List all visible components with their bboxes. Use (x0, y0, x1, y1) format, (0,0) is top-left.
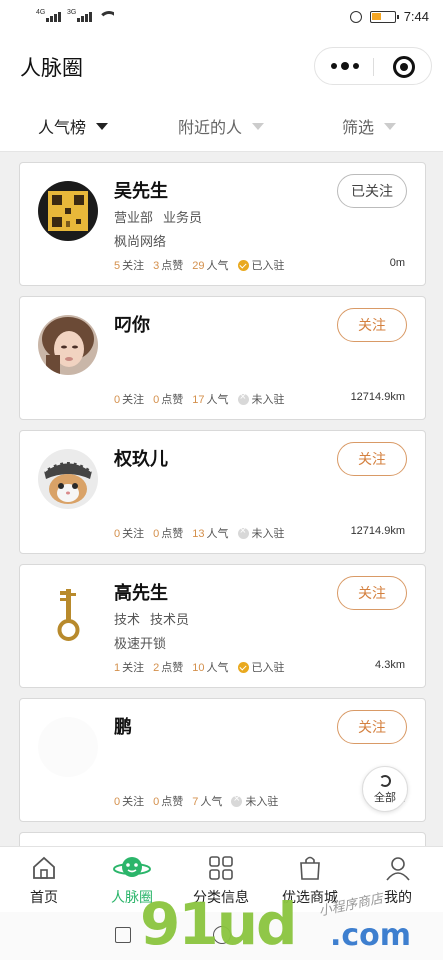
like-count: 2 点赞 (153, 662, 184, 674)
user-icon (386, 857, 410, 881)
refresh-icon (379, 775, 391, 787)
follow-button[interactable]: 关注 (337, 710, 407, 744)
contact-card[interactable]: 吴先生 营业部 业务员 枫尚网络 5 关注 3 点赞 29 人气 已入驻 0m 已关注 (19, 162, 426, 286)
status-badge: 已入驻 (237, 257, 285, 273)
navbar: 人脉圈 (0, 36, 443, 96)
show-all-label: 全部 (374, 792, 396, 804)
signal-indicators: 4G 3G (36, 9, 114, 22)
contact-name: 鹏 (114, 717, 132, 737)
department: 技术 (114, 612, 141, 627)
x-circle-icon (231, 793, 243, 807)
tab-nearby[interactable]: 附近的人 (178, 114, 265, 138)
contact-stats: 1 关注 2 点赞 10 人气 已入驻 (114, 659, 285, 675)
tab-nearby-label: 附近的人 (178, 120, 243, 137)
contact-card[interactable]: 高先生 技术 技术员 极速开锁 1 关注 2 点赞 10 人气 已入驻 4.3km 关注 (19, 564, 426, 688)
distance: 12714.9km (350, 525, 405, 537)
check-circle-icon (237, 661, 249, 673)
filter-bar: 人气榜 附近的人 筛选 (0, 96, 443, 152)
contact-position: 技术 技术员 (114, 609, 189, 628)
job-title: 技术员 (150, 612, 190, 627)
grid-icon (209, 856, 233, 880)
follow-count: 5 关注 (114, 260, 145, 272)
like-count: 0 点赞 (153, 796, 184, 808)
contact-stats: 0关注 0点赞 7人气 未入驻 (114, 793, 278, 809)
avatar (38, 717, 98, 777)
like-count: 0 点赞 (153, 394, 184, 406)
contact-card[interactable]: 权玖儿 0关注 0点赞 13人气 未入驻 12714.9km 关注 (19, 430, 426, 554)
distance: 0m (389, 257, 405, 269)
tab-filter[interactable]: 筛选 (342, 114, 397, 138)
company-name: 枫尚网络 (114, 234, 167, 249)
status-badge: 已入驻 (237, 659, 285, 675)
followed-button[interactable]: 已关注 (337, 174, 407, 208)
follow-count: 1 关注 (114, 662, 145, 674)
tab-filter-label: 筛选 (342, 120, 375, 137)
avatar (38, 181, 98, 241)
avatar (38, 449, 98, 509)
capsule-divider (373, 58, 374, 76)
battery-icon (369, 10, 399, 23)
avatar (38, 315, 98, 375)
x-circle-icon (237, 391, 249, 405)
miniprogram-capsule (314, 47, 432, 85)
popularity-count: 10 人气 (192, 662, 229, 674)
show-all-button[interactable]: 全部 (362, 766, 408, 812)
follow-button[interactable]: 关注 (337, 442, 407, 476)
caret-down-icon (252, 122, 265, 130)
follow-count: 0 关注 (114, 394, 145, 406)
contact-stats: 5 关注 3 点赞 29 人气 已入驻 (114, 257, 285, 273)
close-miniprogram-icon[interactable] (393, 56, 415, 78)
popularity-count: 7 人气 (192, 796, 223, 808)
contact-card[interactable]: 叼你 0关注 0点赞 17人气 未入驻 12714.9km 关注 (19, 296, 426, 420)
company-name: 极速开锁 (114, 636, 167, 651)
avatar (38, 583, 98, 643)
check-circle-icon (237, 259, 249, 271)
signal-4g-icon: 4G (36, 9, 61, 22)
status-badge: 未入驻 (231, 793, 278, 809)
planet-icon (113, 857, 151, 877)
more-icon[interactable] (331, 58, 359, 74)
like-count: 3 点赞 (153, 260, 184, 272)
department: 营业部 (114, 210, 154, 225)
contact-stats: 0关注 0点赞 13人气 未入驻 (114, 525, 285, 541)
caret-down-icon (384, 122, 397, 130)
x-circle-icon (237, 525, 249, 539)
watermark-domain: .com (330, 918, 412, 953)
shopping-bag-icon (300, 856, 320, 880)
status-badge: 未入驻 (237, 391, 285, 407)
tab-popularity-label: 人气榜 (38, 120, 87, 137)
follow-button[interactable]: 关注 (337, 308, 407, 342)
distance: 4.3km (375, 659, 405, 671)
status-bar: 4G 3G 7:44 (0, 0, 443, 36)
job-title: 业务员 (163, 210, 203, 225)
contact-stats: 0关注 0点赞 17人气 未入驻 (114, 391, 285, 407)
follow-count: 0 关注 (114, 528, 145, 540)
watermark-logo: 91ud (140, 890, 298, 958)
tab-popularity[interactable]: 人气榜 (38, 114, 109, 138)
home-icon (33, 856, 55, 879)
contact-name: 叼你 (114, 315, 150, 335)
clock: 7:44 (403, 9, 429, 24)
contact-name: 高先生 (114, 583, 168, 603)
popularity-count: 17 人气 (192, 394, 229, 406)
page-title: 人脉圈 (20, 57, 83, 80)
contact-name: 吴先生 (114, 181, 168, 201)
status-badge: 未入驻 (237, 525, 285, 541)
alarm-icon (349, 10, 362, 23)
recents-icon[interactable] (115, 927, 131, 943)
popularity-count: 13 人气 (192, 528, 229, 540)
contact-name: 权玖儿 (114, 449, 168, 469)
wifi-icon (98, 10, 114, 22)
signal-3g-icon: 3G (67, 9, 92, 22)
contact-position: 营业部 业务员 (114, 207, 202, 226)
caret-down-icon (96, 122, 109, 130)
distance: 12714.9km (350, 391, 405, 403)
tab-home-label: 首页 (30, 889, 58, 905)
tab-home[interactable]: 首页 (0, 853, 88, 907)
like-count: 0 点赞 (153, 528, 184, 540)
follow-count: 0 关注 (114, 796, 145, 808)
popularity-count: 29 人气 (192, 260, 229, 272)
follow-button[interactable]: 关注 (337, 576, 407, 610)
